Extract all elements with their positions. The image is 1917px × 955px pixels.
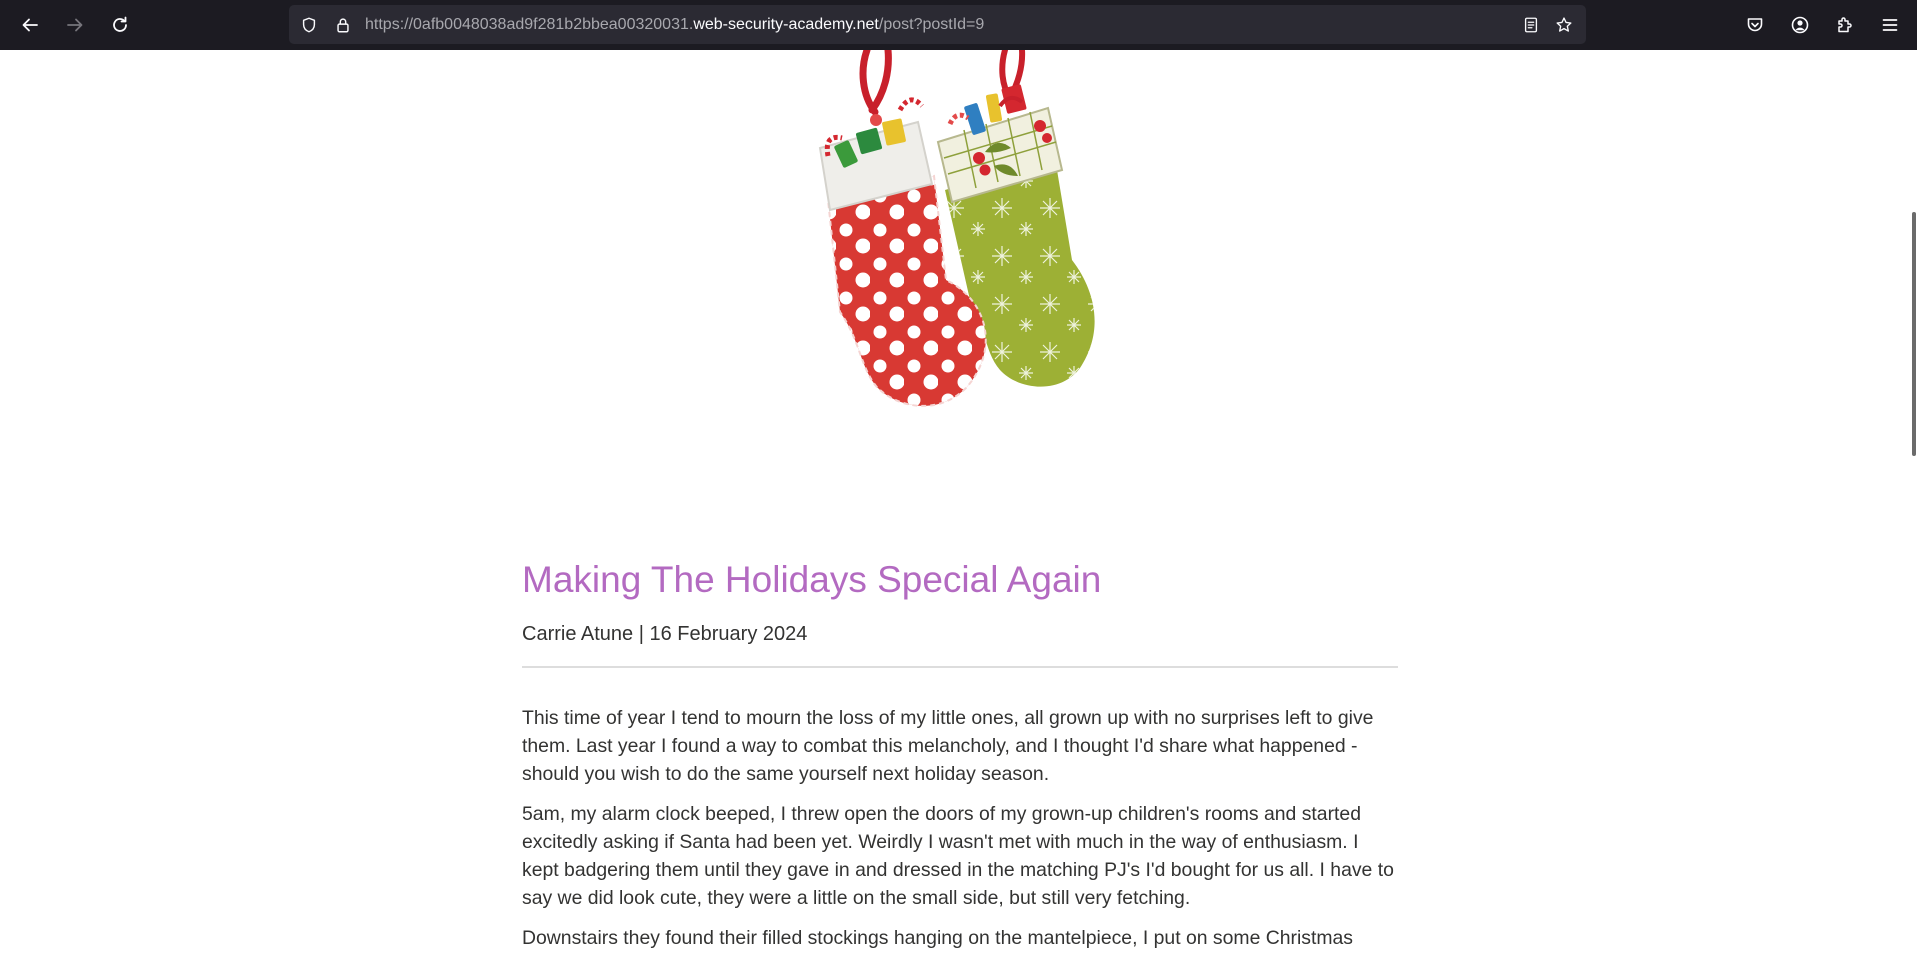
url-prefix: https://0afb0048038ad9f281b2bbea00320031… — [365, 16, 694, 33]
post-hero-image — [818, 50, 1095, 407]
extensions-icon — [1838, 17, 1852, 33]
pocket-button[interactable] — [1739, 9, 1771, 41]
post-paragraph: 5am, my alarm clock beeped, I threw open… — [522, 803, 1394, 909]
forward-button[interactable] — [59, 9, 91, 41]
forward-arrow-icon — [67, 18, 83, 32]
browser-toolbar: https://0afb0048038ad9f281b2bbea00320031… — [0, 0, 1917, 50]
pocket-icon — [1747, 18, 1763, 32]
post-paragraph: Downstairs they found their filled stock… — [522, 927, 1354, 949]
lock-icon[interactable] — [333, 15, 353, 35]
back-arrow-icon — [22, 18, 38, 32]
blog-post: Making The Holidays Special Again Carrie… — [522, 555, 1399, 955]
post-title: Making The Holidays Special Again — [522, 559, 1102, 600]
account-button[interactable] — [1784, 9, 1816, 41]
bookmark-star-icon[interactable] — [1554, 15, 1574, 35]
tracking-protection-shield-icon[interactable] — [299, 15, 319, 35]
extensions-button[interactable] — [1829, 9, 1861, 41]
reader-view-icon[interactable] — [1521, 15, 1541, 35]
menu-button[interactable] — [1874, 9, 1906, 41]
url-host: web-security-academy.net — [693, 16, 879, 33]
url-text[interactable]: https://0afb0048038ad9f281b2bbea00320031… — [365, 5, 984, 44]
post-author-date: Carrie Atune | 16 February 2024 — [522, 623, 808, 645]
address-bar[interactable]: https://0afb0048038ad9f281b2bbea00320031… — [289, 5, 1586, 44]
reload-button[interactable] — [104, 9, 136, 41]
url-path: /post?postId=9 — [878, 16, 985, 33]
post-paragraph: This time of year I tend to mourn the lo… — [522, 707, 1374, 785]
post-body: This time of year I tend to mourn the lo… — [522, 704, 1399, 955]
reload-icon — [113, 16, 127, 32]
back-button[interactable] — [14, 9, 46, 41]
hamburger-menu-icon — [1882, 19, 1898, 31]
account-icon — [1791, 16, 1809, 34]
page-scrollbar-thumb[interactable] — [1912, 212, 1916, 456]
post-divider — [522, 666, 1398, 668]
page-viewport[interactable]: Making The Holidays Special Again Carrie… — [0, 50, 1917, 955]
